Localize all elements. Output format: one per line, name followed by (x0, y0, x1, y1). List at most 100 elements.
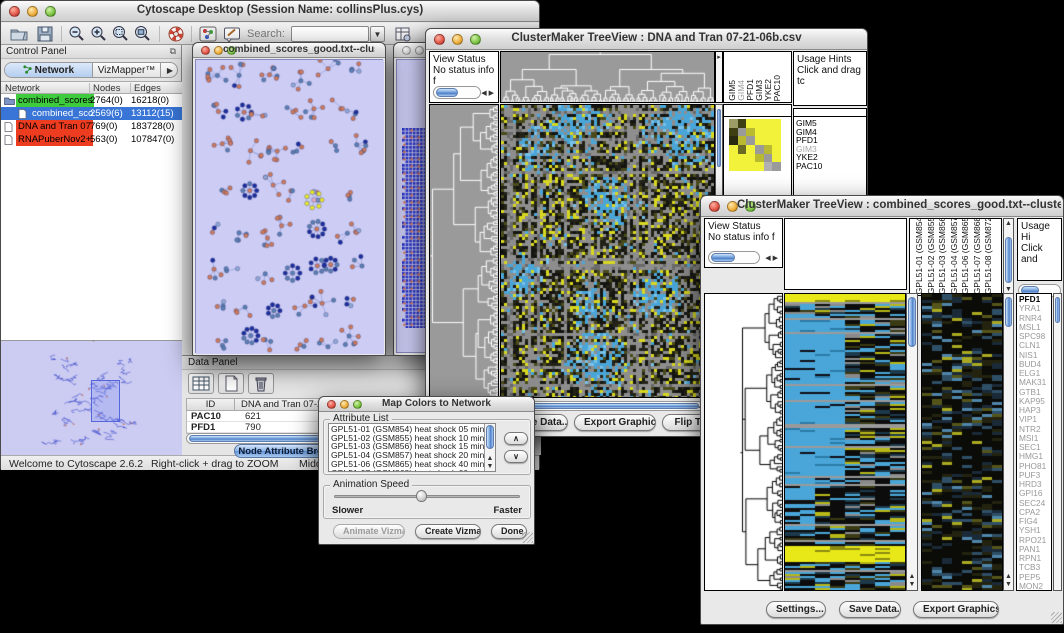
tv1-row-dendrogram-canvas[interactable] (430, 105, 498, 397)
speed-slider-track[interactable] (334, 495, 520, 498)
matrix-cell[interactable] (764, 162, 773, 171)
scroll-up-icon[interactable]: ▲ (1004, 573, 1013, 581)
matrix-cell[interactable] (764, 154, 773, 163)
network-tree-row[interactable]: RNAPuberNov2+563(0)107847(0) (1, 133, 182, 146)
matrix-cell[interactable] (738, 128, 747, 137)
matrix-cell[interactable] (755, 145, 764, 154)
matrix-cell[interactable] (746, 136, 755, 145)
matrix-cell[interactable] (746, 119, 755, 128)
network1-graph-canvas[interactable] (196, 60, 384, 354)
matrix-cell[interactable] (764, 145, 773, 154)
network-tree-row[interactable]: combined_sco2569(6)13112(15) (1, 107, 182, 120)
tv2-column-label[interactable]: GPL51-06 (GSM865) (961, 218, 970, 294)
matrix-cell[interactable] (738, 119, 747, 128)
matrix-cell[interactable] (729, 136, 738, 145)
column-header-edges[interactable]: Edges (130, 83, 161, 94)
attribute-item[interactable]: GPL51-07 (GSM868) heat shock 60 min (331, 469, 482, 472)
network-tree-row[interactable]: combined_scores2764(0)16218(0) (1, 94, 182, 107)
scroll-arrows-icon[interactable]: ◀▶ (765, 254, 780, 262)
tv2-save-data-button[interactable]: Save Data... (839, 601, 901, 618)
birdseye-view[interactable]: ⌃ (1, 341, 182, 455)
attribute-listbox[interactable]: GPL51-01 (GSM854) heat shock 05 minGPL51… (328, 423, 496, 472)
attribute-browser-icon[interactable] (393, 25, 413, 43)
help-lifesaver-icon[interactable] (166, 25, 186, 43)
matrix-cell[interactable] (746, 162, 755, 171)
tv2-zoom-vscrollbar[interactable]: ▲ ▼ (1003, 293, 1014, 591)
network1-titlebar[interactable]: combined_scores_good.txt--cluste... (193, 43, 385, 58)
tv2-heatmap[interactable] (784, 293, 906, 591)
speed-slider-thumb[interactable] (416, 490, 427, 502)
column-header-network[interactable]: Network (5, 83, 40, 94)
matrix-cell[interactable] (729, 119, 738, 128)
tv1-column-label[interactable]: PAC10 (773, 75, 782, 101)
minimize-button[interactable] (415, 46, 424, 55)
close-button[interactable] (709, 201, 720, 212)
zoom-in-icon[interactable] (89, 25, 109, 43)
tab-vizmapper[interactable]: VizMapper™ (93, 63, 161, 77)
tv1-heatmap-canvas[interactable] (501, 105, 714, 397)
open-file-icon[interactable] (9, 25, 29, 43)
scroll-up-icon[interactable]: ▲ (1004, 220, 1013, 228)
matrix-cell[interactable] (764, 119, 773, 128)
column-header-nodes[interactable]: Nodes (89, 83, 120, 94)
tv1-top-scroll-strip[interactable]: ▸ (715, 51, 723, 103)
tv1-column-dendrogram-canvas[interactable] (501, 52, 714, 102)
matrix-cell[interactable] (772, 145, 781, 154)
search-input[interactable] (291, 26, 369, 42)
close-button[interactable] (327, 400, 336, 409)
tv2-right-vscrollbar[interactable] (1053, 293, 1062, 591)
network-name[interactable]: combined_sco (30, 107, 95, 120)
matrix-cell[interactable] (772, 119, 781, 128)
matrix-cell[interactable] (755, 136, 764, 145)
matrix-cell[interactable] (755, 128, 764, 137)
matrix-cell[interactable] (772, 154, 781, 163)
matrix-cell[interactable] (729, 162, 738, 171)
resize-grip-icon[interactable] (1051, 612, 1062, 623)
zoom-selected-icon[interactable] (111, 25, 131, 43)
close-button[interactable] (9, 6, 20, 17)
tv1-heatmap[interactable] (500, 104, 715, 398)
close-button[interactable] (434, 34, 445, 45)
move-down-button[interactable]: ∨ (504, 450, 528, 463)
matrix-cell[interactable] (755, 154, 764, 163)
scrollbar-thumb[interactable] (486, 425, 494, 449)
network1-canvas-area[interactable] (195, 59, 383, 353)
main-titlebar[interactable]: Cytoscape Desktop (Session Name: collins… (1, 1, 539, 22)
tab-network[interactable]: Network (5, 63, 93, 77)
scroll-down-icon[interactable]: ▼ (907, 581, 917, 589)
close-button[interactable] (402, 46, 411, 55)
matrix-cell[interactable] (738, 145, 747, 154)
animate-vizmap-button[interactable]: Animate Vizmap (333, 524, 405, 539)
listbox-vscrollbar[interactable]: ▲ ▼ (484, 424, 495, 471)
tv1-row-dendrogram[interactable] (429, 104, 499, 398)
tv2-row-dendrogram-canvas[interactable] (705, 294, 782, 590)
scroll-down-icon[interactable]: ▼ (485, 463, 495, 471)
attribute-table-icon[interactable] (188, 373, 214, 394)
matrix-cell[interactable] (746, 128, 755, 137)
close-button[interactable] (201, 46, 210, 55)
tv2-settings-button[interactable]: Settings... (766, 601, 826, 618)
tv2-column-label[interactable]: GPL51-07 (GSM868) (973, 218, 982, 294)
matrix-cell[interactable] (738, 162, 747, 171)
tv2-labels-vscrollbar[interactable]: ▲ ▼ (1003, 218, 1014, 296)
network-tree-row[interactable]: DNA and Tran 07769(0)183728(0) (1, 120, 182, 133)
scroll-down-icon[interactable]: ▼ (1004, 581, 1013, 589)
new-attribute-icon[interactable] (218, 373, 244, 394)
treeview2-titlebar[interactable]: ClusterMaker TreeView : combined_scores_… (701, 196, 1063, 217)
tv1-status-hscrollbar[interactable] (433, 86, 481, 99)
float-panel-icon[interactable]: ⧉ (170, 46, 176, 57)
network-name[interactable]: RNAPuberNov2+ (16, 133, 93, 146)
tv2-column-dendrogram[interactable] (784, 218, 907, 290)
scrollbar-thumb[interactable] (717, 109, 721, 167)
scrollbar-thumb[interactable] (1005, 297, 1012, 327)
delete-attribute-trash-icon[interactable] (248, 373, 274, 394)
matrix-cell[interactable] (772, 162, 781, 171)
matrix-cell[interactable] (729, 154, 738, 163)
tv1-export-graphics-button[interactable]: Export Graphics... (574, 414, 656, 431)
scrollbar-thumb[interactable] (1055, 297, 1060, 323)
tv1-column-dendrogram[interactable] (500, 51, 715, 103)
treeview1-titlebar[interactable]: ClusterMaker TreeView : DNA and Tran 07-… (426, 29, 867, 50)
scroll-up-icon[interactable]: ▲ (485, 455, 495, 463)
scroll-up-icon[interactable]: ▲ (907, 573, 917, 581)
matrix-cell[interactable] (764, 136, 773, 145)
